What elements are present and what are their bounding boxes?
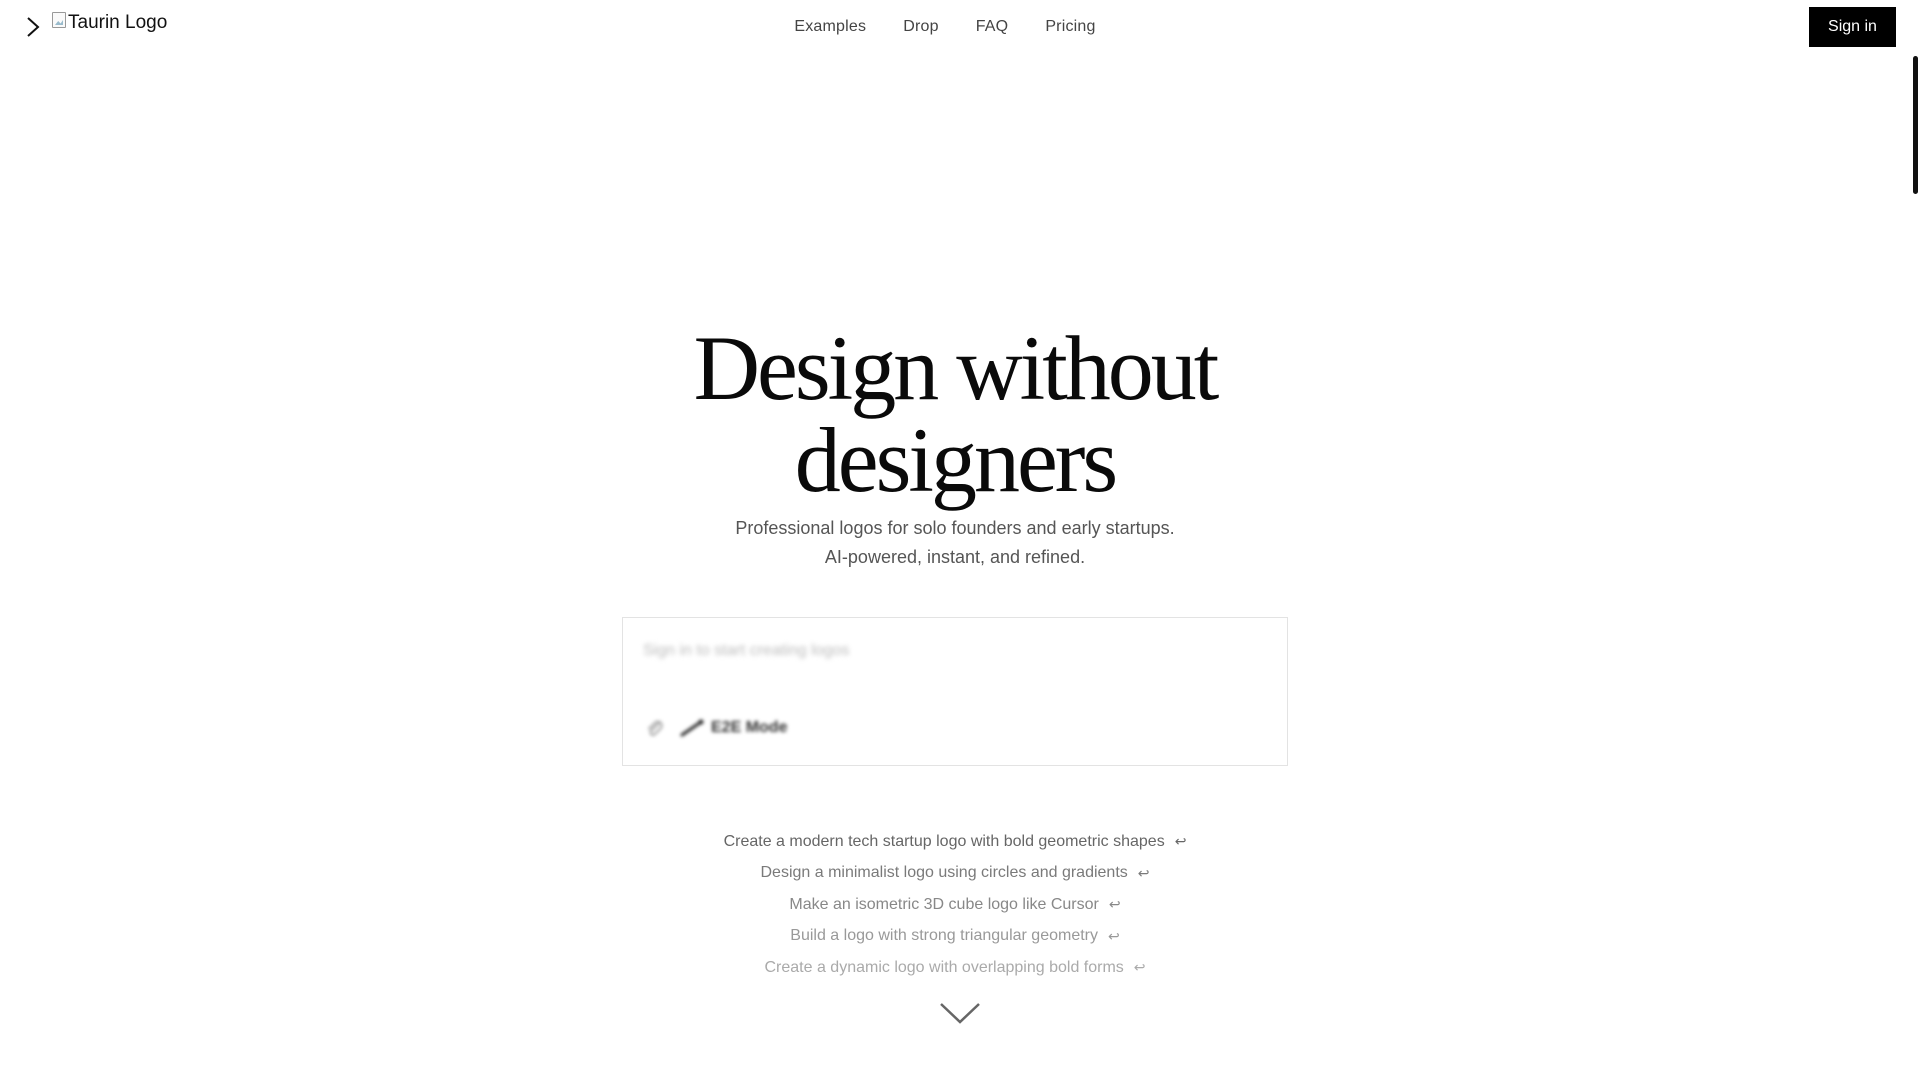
- hero-subtitle-line-2: AI-powered, instant, and refined.: [824, 547, 1086, 567]
- prompt-toolbar: E2E Mode: [645, 718, 787, 738]
- hero-title: Design without designers: [0, 322, 1910, 506]
- suggestion-list: Create a modern tech startup logo with b…: [0, 826, 1910, 984]
- suggestion-item[interactable]: Create a modern tech startup logo with b…: [724, 826, 1187, 858]
- scroll-down-button[interactable]: [939, 1000, 981, 1028]
- return-arrow-icon: ↩: [1133, 959, 1146, 976]
- nav-faq[interactable]: FAQ: [976, 18, 1009, 36]
- suggestion-item[interactable]: Create a dynamic logo with overlapping b…: [764, 952, 1145, 984]
- top-nav: Examples Drop FAQ Pricing: [0, 18, 1920, 36]
- hero-subtitle-line-1: Professional logos for solo founders and…: [735, 518, 1175, 538]
- prompt-placeholder: Sign in to start creating logos: [643, 642, 850, 659]
- nav-pricing[interactable]: Pricing: [1045, 18, 1095, 36]
- return-arrow-icon: ↩: [1107, 927, 1120, 944]
- scrollbar[interactable]: [1913, 56, 1918, 194]
- mode-toggle[interactable]: E2E Mode: [679, 718, 787, 738]
- return-arrow-icon: ↩: [1108, 896, 1121, 913]
- hero-subtitle: Professional logos for solo founders and…: [0, 514, 1910, 572]
- return-arrow-icon: ↩: [1174, 833, 1187, 850]
- nav-drop[interactable]: Drop: [903, 18, 938, 36]
- nav-examples[interactable]: Examples: [794, 18, 866, 36]
- suggestion-item[interactable]: Build a logo with strong triangular geom…: [790, 921, 1119, 953]
- paperclip-icon: [648, 720, 663, 736]
- hero-title-line-1: Design without: [693, 317, 1220, 419]
- suggestion-text: Create a modern tech startup logo with b…: [723, 832, 1165, 850]
- suggestion-item[interactable]: Design a minimalist logo using circles a…: [760, 858, 1149, 890]
- suggestion-item[interactable]: Make an isometric 3D cube logo like Curs…: [789, 889, 1120, 921]
- hero-title-line-2: designers: [794, 409, 1118, 511]
- attach-button[interactable]: [645, 718, 665, 738]
- prompt-input[interactable]: Sign in to start creating logos E2E Mode: [622, 617, 1288, 766]
- wand-icon: [680, 719, 704, 737]
- suggestion-text: Create a dynamic logo with overlapping b…: [764, 958, 1124, 976]
- return-arrow-icon: ↩: [1137, 864, 1150, 881]
- mode-label: E2E Mode: [711, 719, 788, 736]
- suggestion-text: Design a minimalist logo using circles a…: [760, 864, 1128, 882]
- sign-in-button[interactable]: Sign in: [1809, 7, 1896, 47]
- chevron-down-icon: [940, 1003, 980, 1024]
- suggestion-text: Build a logo with strong triangular geom…: [790, 927, 1098, 945]
- suggestion-text: Make an isometric 3D cube logo like Curs…: [789, 895, 1099, 913]
